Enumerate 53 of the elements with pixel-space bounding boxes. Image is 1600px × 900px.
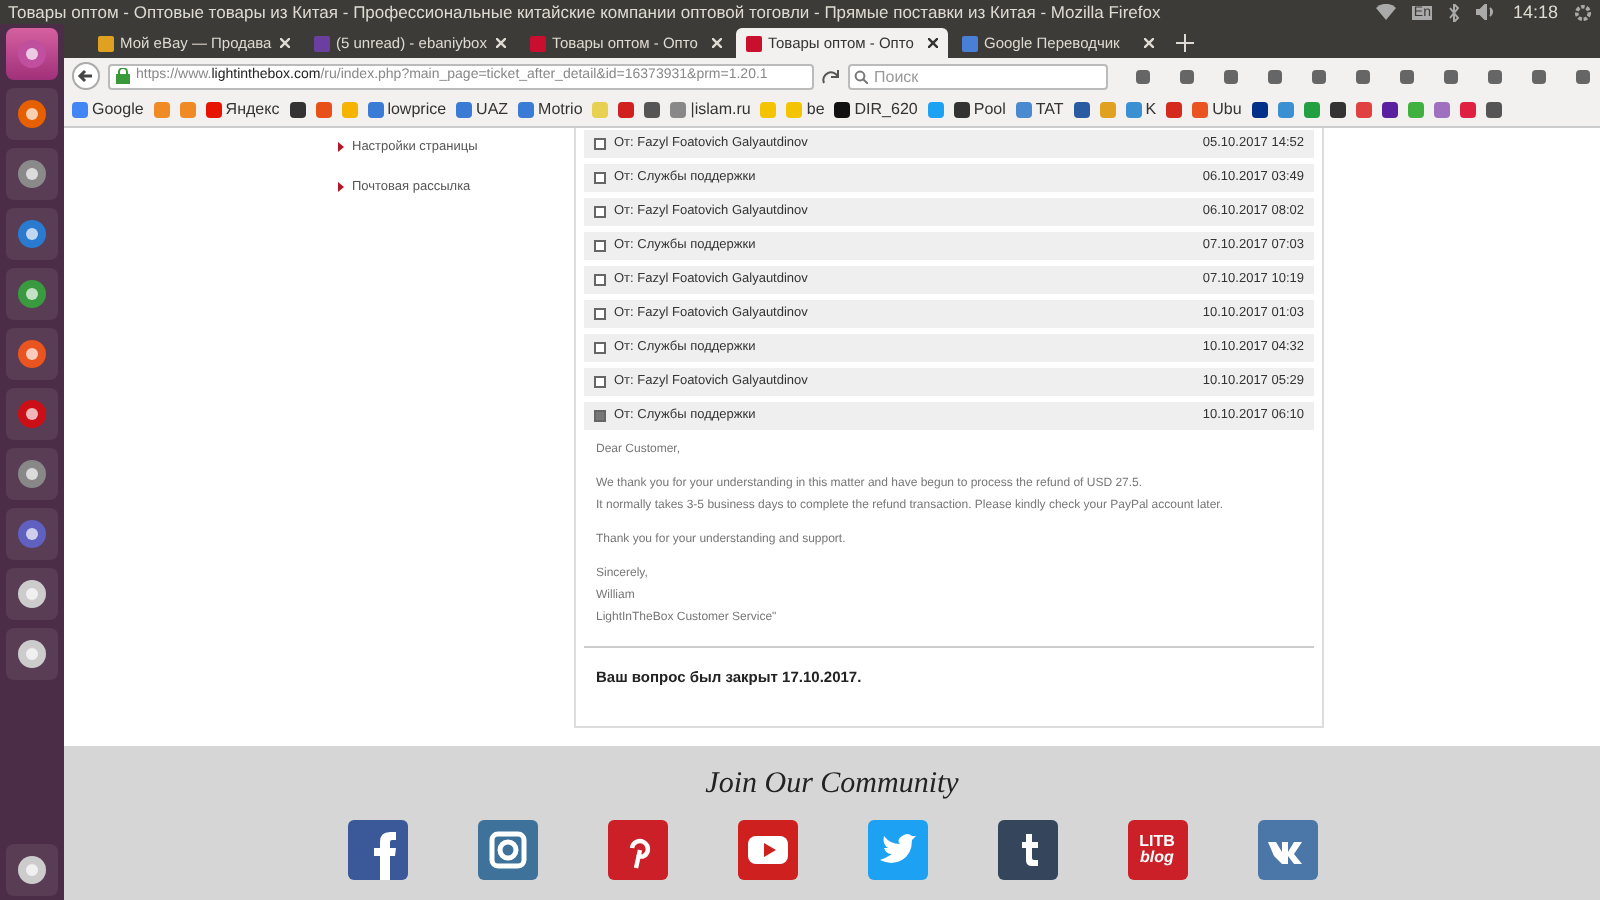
bookmark-link[interactable]: K bbox=[1145, 98, 1157, 122]
community-heading: Join Our Community bbox=[705, 770, 959, 800]
expand-icon[interactable] bbox=[594, 376, 606, 388]
blog-link[interactable]: LITB blog bbox=[1127, 820, 1187, 880]
expand-icon[interactable] bbox=[594, 342, 606, 354]
bookmark-link[interactable]: Motrio bbox=[538, 98, 583, 122]
close-icon[interactable] bbox=[928, 38, 938, 48]
settings-icon[interactable] bbox=[1574, 3, 1592, 21]
bluetooth-icon[interactable] bbox=[1448, 3, 1461, 21]
vk-icon[interactable] bbox=[1257, 820, 1317, 880]
bookmark-icon[interactable] bbox=[1381, 102, 1398, 118]
expand-icon[interactable] bbox=[594, 138, 606, 150]
clock[interactable]: 14:18 bbox=[1512, 3, 1558, 21]
volume-icon[interactable] bbox=[1476, 4, 1497, 20]
window-title: Товары оптом - Оптовые товары из Китая - Профессиональные китайские компании оптовой тоговли - Прямые поставки из Китая - Mozilla Firefox bbox=[8, 3, 1161, 21]
play-icon[interactable] bbox=[737, 820, 797, 880]
bookmark-icon[interactable] bbox=[834, 102, 851, 118]
wifi-icon[interactable] bbox=[1375, 4, 1396, 20]
chevron-icon bbox=[338, 182, 344, 193]
bookmark-icon[interactable] bbox=[1073, 102, 1090, 118]
bookmark-icon[interactable] bbox=[1329, 102, 1346, 118]
expand-icon[interactable] bbox=[594, 206, 606, 218]
facebook-icon[interactable] bbox=[347, 820, 407, 880]
chevron-icon bbox=[338, 142, 344, 153]
bookmark-link[interactable]: TAT bbox=[1035, 98, 1064, 122]
lock-icon bbox=[116, 68, 130, 84]
expand-icon[interactable] bbox=[594, 274, 606, 286]
expand-icon[interactable] bbox=[594, 172, 606, 184]
expand-icon[interactable] bbox=[594, 240, 606, 252]
search-icon bbox=[854, 69, 868, 83]
bookmark-link[interactable]: be bbox=[806, 98, 825, 122]
bookmark-link[interactable]: |islam.ru bbox=[690, 98, 751, 122]
bookmark-icon[interactable] bbox=[1251, 102, 1268, 118]
instagram-icon[interactable] bbox=[477, 820, 537, 880]
bookmark-link[interactable]: Pool bbox=[973, 98, 1006, 122]
bookmark-link[interactable]: Google bbox=[92, 98, 144, 122]
bookmark-link[interactable]: Ubu bbox=[1212, 98, 1242, 122]
pinterest-icon[interactable] bbox=[607, 820, 667, 880]
bookmark-link[interactable]: DIR_620 bbox=[854, 98, 918, 122]
expand-icon[interactable] bbox=[594, 308, 606, 320]
bookmark-icon[interactable] bbox=[289, 102, 306, 118]
search-field[interactable]: Поиск bbox=[848, 63, 1108, 89]
bird-icon[interactable] bbox=[867, 820, 927, 880]
reload-icon[interactable] bbox=[822, 67, 840, 85]
bookmark-link[interactable]: Яндекс bbox=[225, 98, 280, 122]
bookmark-icon[interactable] bbox=[644, 102, 661, 118]
bookmark-icon[interactable] bbox=[1485, 102, 1502, 118]
tumblr-icon[interactable] bbox=[997, 820, 1057, 880]
bookmark-link[interactable]: UAZ bbox=[476, 98, 509, 122]
new-tab-icon[interactable] bbox=[1176, 34, 1194, 52]
back-button[interactable] bbox=[72, 62, 100, 90]
bookmark-link[interactable]: lowprice bbox=[387, 98, 447, 122]
bookmark-icon[interactable] bbox=[953, 102, 970, 118]
